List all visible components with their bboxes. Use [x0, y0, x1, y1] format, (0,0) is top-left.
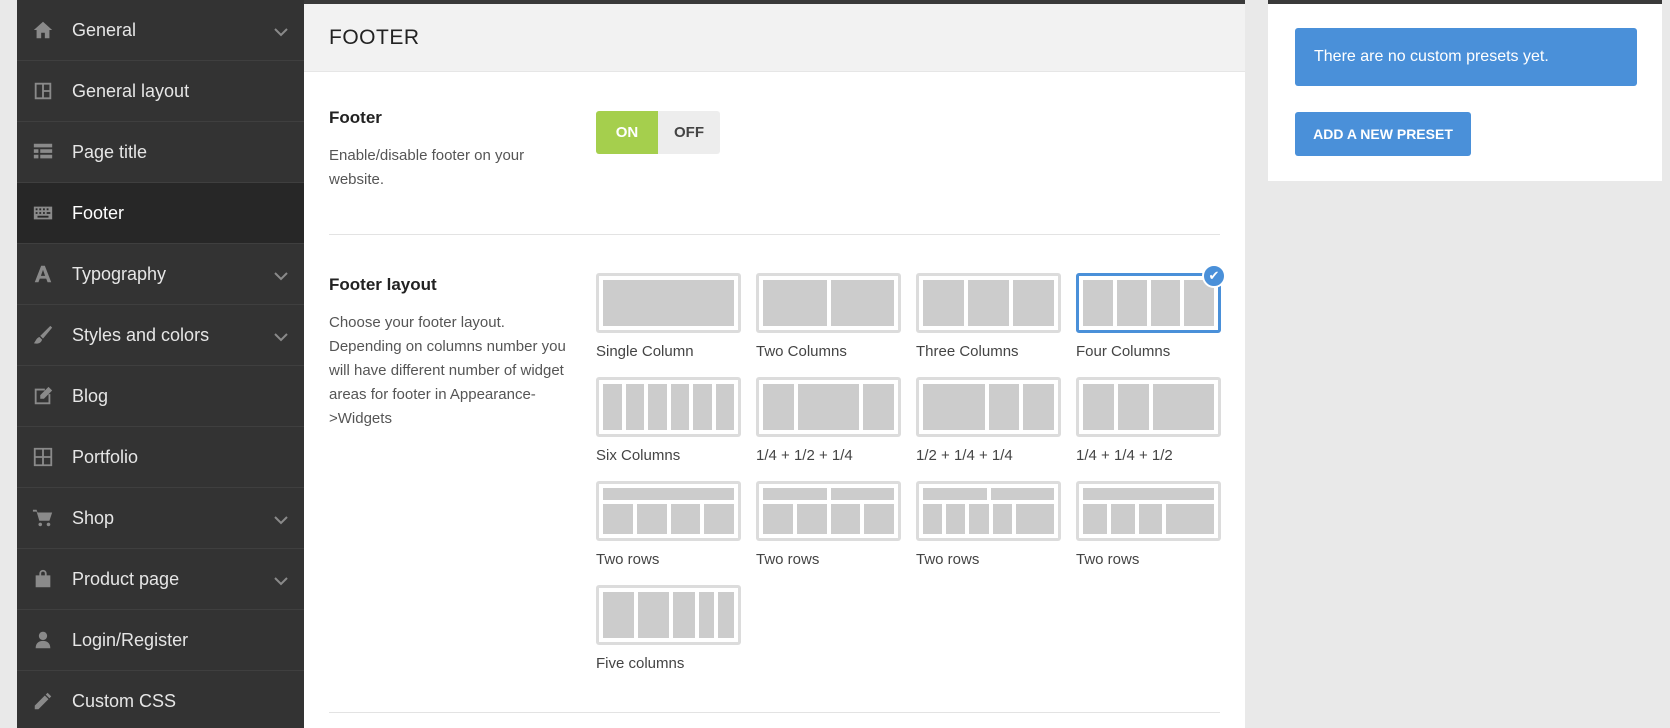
keyboard-icon — [32, 202, 54, 224]
layout-preview — [596, 273, 741, 333]
add-new-preset-button[interactable]: ADD A NEW PRESET — [1295, 112, 1471, 156]
footer-toggle-description: Enable/disable footer on your website. — [329, 147, 525, 188]
sidebar-item-label: General layout — [72, 80, 190, 101]
presets-notice: There are no custom presets yet. — [1295, 28, 1637, 86]
layout-preview — [596, 377, 741, 437]
sidebar-item-label: Product page — [72, 568, 180, 589]
layout-option-label: Two Columns — [756, 343, 847, 360]
layout-option-label: Single Column — [596, 343, 694, 360]
footer-toggle-row: Footer Enable/disable footer on your web… — [329, 72, 1220, 235]
cart-icon — [32, 507, 54, 529]
chevron-down-icon — [274, 268, 288, 281]
footer-layout-row: Footer layout Choose your footer layout.… — [329, 235, 1226, 713]
layout-preview — [756, 481, 901, 541]
sidebar-item-login-register[interactable]: Login/Register — [17, 610, 304, 671]
portfolio-icon — [32, 446, 54, 468]
layout-preview — [1076, 481, 1221, 541]
footer-toggle-heading: Footer — [329, 108, 382, 127]
sidebar-item-label: Blog — [72, 385, 109, 406]
edit-icon — [32, 385, 54, 407]
layout-option-three-columns[interactable]: Three Columns — [916, 273, 1061, 360]
home-icon — [32, 19, 54, 41]
toggle-off-option[interactable]: OFF — [658, 111, 720, 154]
layout-option-label: Two rows — [756, 551, 820, 568]
tools-icon — [32, 690, 54, 712]
layout-preview — [596, 585, 741, 645]
sidebar-item-footer[interactable]: Footer — [17, 183, 304, 244]
layout-option-single-column[interactable]: Single Column — [596, 273, 741, 360]
sidebar-item-label: General — [72, 19, 137, 40]
layout-option-two-rows-1[interactable]: Two rows — [596, 481, 741, 568]
sidebar-item-general-layout[interactable]: General layout — [17, 61, 304, 122]
layout-option-two-columns[interactable]: Two Columns — [756, 273, 901, 360]
layout-option-label: Two rows — [596, 551, 660, 568]
sidebar-item-page-title[interactable]: Page title — [17, 122, 304, 183]
sidebar-item-styles-and-colors[interactable]: Styles and colors — [17, 305, 304, 366]
sidebar-item-shop[interactable]: Shop — [17, 488, 304, 549]
layout-preview — [916, 377, 1061, 437]
brush-icon — [32, 324, 54, 346]
sidebar-item-general[interactable]: General — [17, 0, 304, 61]
sidebar-item-label: Portfolio — [72, 446, 139, 467]
check-icon: ✔ — [1202, 264, 1226, 288]
layout-option-label: Two rows — [916, 551, 980, 568]
layout-preview — [1076, 377, 1221, 437]
layout-preview — [916, 273, 1061, 333]
layout-option-label: Two rows — [1076, 551, 1140, 568]
layout-option-label: 1/4 + 1/2 + 1/4 — [756, 447, 853, 464]
layout-option-label: 1/4 + 1/4 + 1/2 — [1076, 447, 1173, 464]
layout-icon — [32, 80, 54, 102]
sidebar-item-label: Custom CSS — [72, 690, 177, 711]
sidebar-item-label: Typography — [72, 263, 167, 284]
layout-option-label: Four Columns — [1076, 343, 1171, 360]
chevron-down-icon — [274, 329, 288, 342]
user-icon — [32, 629, 54, 651]
footer-layout-heading: Footer layout — [329, 275, 437, 294]
bag-icon — [32, 568, 54, 590]
main-panel: FOOTER Footer Enable/disable footer on y… — [304, 0, 1245, 728]
sidebar-item-blog[interactable]: Blog — [17, 366, 304, 427]
section-header: FOOTER — [304, 4, 1245, 72]
sidebar-item-label: Shop — [72, 507, 115, 528]
footer-layout-description: Choose your footer layout. Depending on … — [329, 314, 566, 427]
layout-option-six-columns[interactable]: Six Columns — [596, 377, 741, 464]
layout-option-label: Five columns — [596, 655, 685, 672]
layout-option-two-rows-4[interactable]: Two rows — [1076, 481, 1221, 568]
sidebar-item-label: Footer — [72, 202, 125, 223]
sidebar-item-label: Styles and colors — [72, 324, 210, 345]
layout-preview — [756, 273, 901, 333]
layout-option-four-columns[interactable]: ✔ Four Columns — [1076, 264, 1226, 360]
layout-option-five-columns[interactable]: Five columns — [596, 585, 741, 672]
layout-preview — [596, 481, 741, 541]
sidebar-item-product-page[interactable]: Product page — [17, 549, 304, 610]
sidebar-item-label: Page title — [72, 141, 148, 162]
footer-toggle-switch[interactable]: ON OFF — [596, 111, 720, 154]
sidebar-item-typography[interactable]: Typography — [17, 244, 304, 305]
presets-panel: There are no custom presets yet. ADD A N… — [1268, 0, 1662, 181]
sidebar-item-portfolio[interactable]: Portfolio — [17, 427, 304, 488]
layout-option-half-quarter-quarter[interactable]: 1/2 + 1/4 + 1/4 — [916, 377, 1061, 464]
grid-icon — [32, 141, 54, 163]
sidebar-item-custom-css[interactable]: Custom CSS — [17, 671, 304, 728]
sidebar-item-label: Login/Register — [72, 629, 189, 650]
layout-option-label: 1/2 + 1/4 + 1/4 — [916, 447, 1013, 464]
layout-preview — [916, 481, 1061, 541]
chevron-down-icon — [274, 573, 288, 586]
layout-option-quarter-half-quarter[interactable]: 1/4 + 1/2 + 1/4 — [756, 377, 901, 464]
page-title: FOOTER — [329, 25, 420, 49]
layout-option-quarter-quarter-half[interactable]: 1/4 + 1/4 + 1/2 — [1076, 377, 1221, 464]
layout-preview: ✔ — [1076, 264, 1226, 333]
toggle-on-option[interactable]: ON — [596, 111, 658, 154]
layout-option-two-rows-2[interactable]: Two rows — [756, 481, 901, 568]
layout-option-label: Six Columns — [596, 447, 681, 464]
chevron-down-icon — [274, 24, 288, 37]
layout-preview — [756, 377, 901, 437]
typography-icon — [32, 263, 54, 285]
layout-option-label: Three Columns — [916, 343, 1019, 360]
layout-option-two-rows-3[interactable]: Two rows — [916, 481, 1061, 568]
chevron-down-icon — [274, 512, 288, 525]
sidebar: General General layout Page title Footer… — [17, 0, 304, 728]
